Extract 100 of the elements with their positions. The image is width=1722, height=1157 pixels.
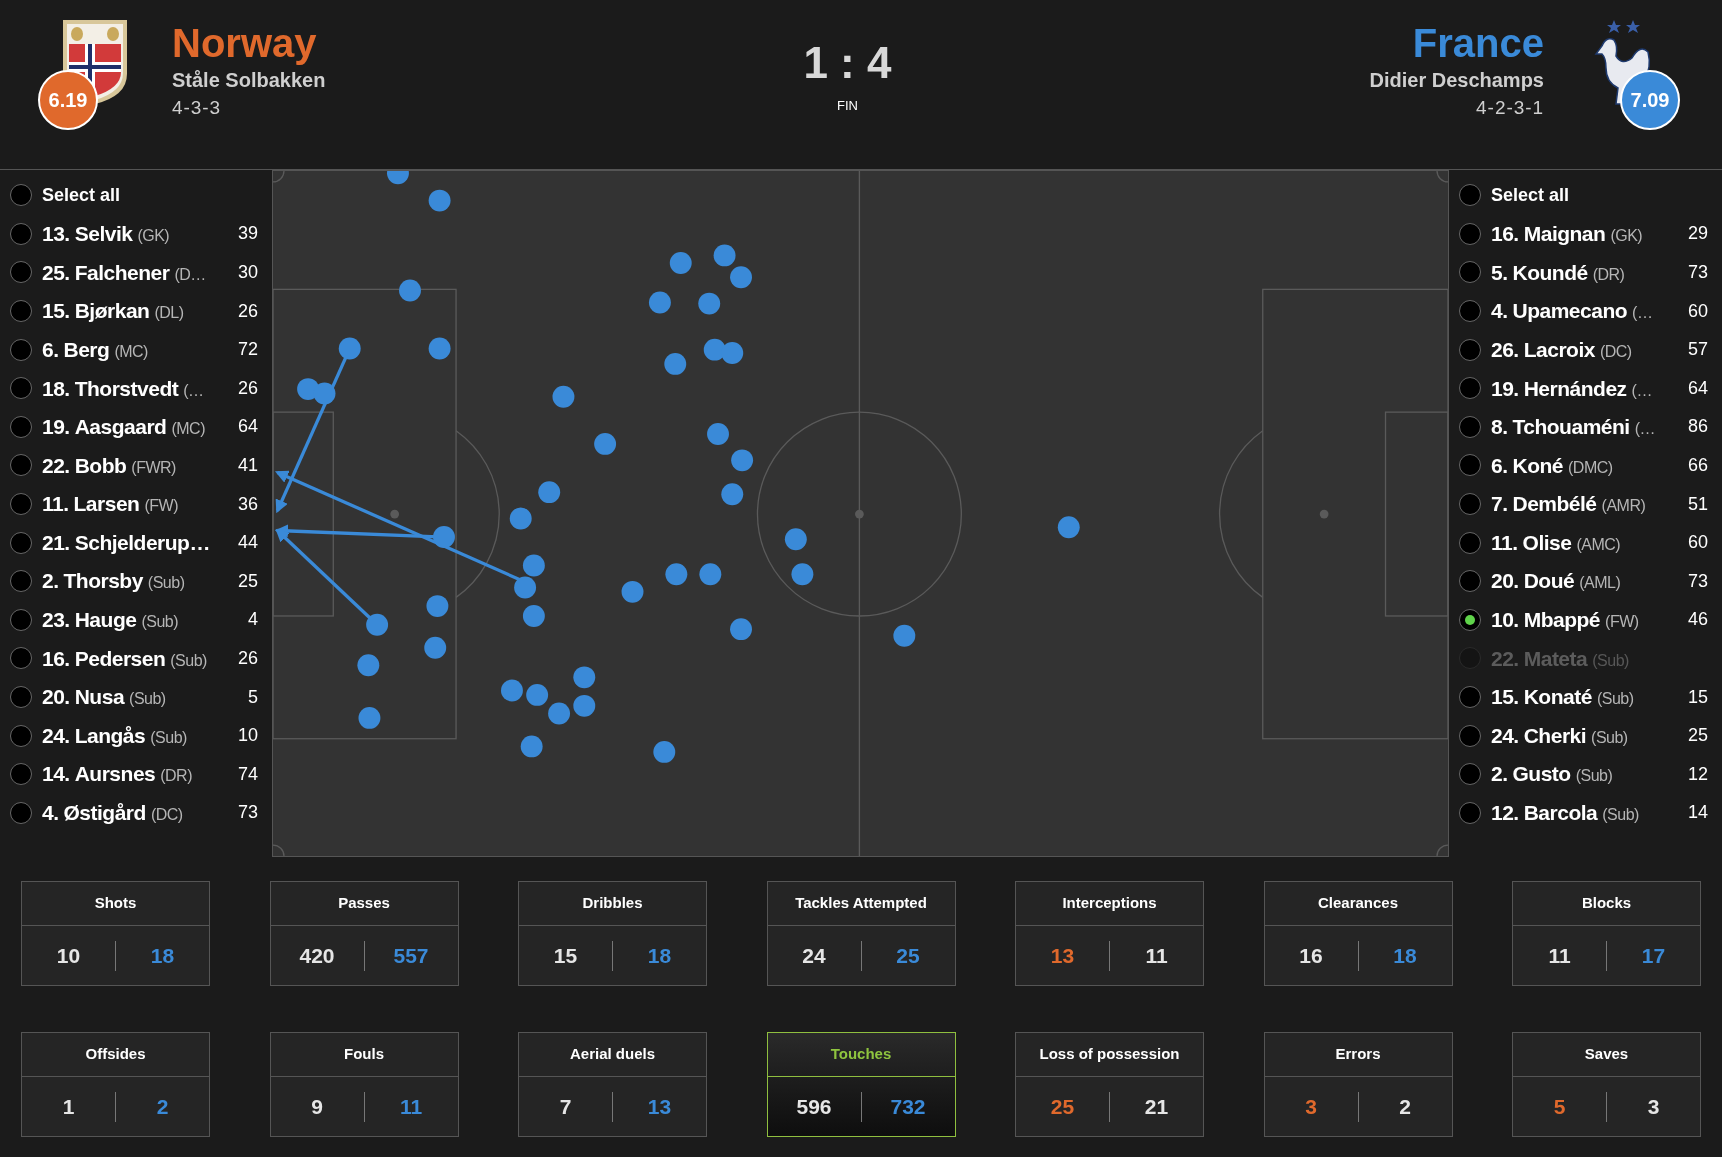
radio-button[interactable] <box>10 338 32 361</box>
radio-button[interactable] <box>10 801 32 824</box>
radio-button[interactable] <box>1459 415 1481 438</box>
stat-card[interactable]: Passes 420 557 <box>269 881 459 986</box>
radio-button[interactable] <box>1459 300 1481 323</box>
radio-button[interactable] <box>1459 493 1481 516</box>
player-name[interactable]: 14. Aursnes (DR) <box>42 758 228 790</box>
player-name[interactable]: 16. Maignan (GK) <box>1491 218 1678 250</box>
radio-button[interactable] <box>10 531 32 554</box>
team-name: Norway <box>172 20 317 66</box>
radio-button[interactable] <box>1459 338 1481 361</box>
match-status: FIN <box>836 97 858 115</box>
stat-card[interactable]: Saves 5 3 <box>1512 1032 1701 1137</box>
player-name[interactable]: 7. Dembélé (AMR) <box>1491 488 1678 520</box>
player-name[interactable]: 24. Cherki (Sub) <box>1491 719 1678 752</box>
stat-title: Blocks <box>1581 893 1632 914</box>
select-all-label[interactable]: Select all <box>1491 181 1570 209</box>
touch-count: 30 <box>237 261 258 284</box>
player-name[interactable]: 19. Hernández (… <box>1491 372 1678 404</box>
home-stat-value: 3 <box>1304 1093 1318 1120</box>
touch-count: 41 <box>237 453 258 477</box>
player-name[interactable]: 25. Falchener (D… <box>42 256 228 289</box>
radio-button[interactable] <box>1459 686 1481 708</box>
player-name[interactable]: 21. Schjelderup… <box>42 526 228 559</box>
stat-card[interactable]: Fouls 9 11 <box>269 1032 459 1137</box>
player-name[interactable]: 18. Thorstvedt (… <box>42 372 228 404</box>
player-name[interactable]: 26. Lacroix (DC) <box>1491 333 1678 366</box>
stat-card[interactable]: Errors 3 2 <box>1263 1032 1453 1137</box>
player-name[interactable]: 4. Østigård (DC) <box>42 797 228 829</box>
stat-card[interactable]: Touches 596 732 <box>766 1032 956 1137</box>
select-all-label[interactable]: Select all <box>42 181 121 209</box>
player-name[interactable]: 16. Pedersen (Sub) <box>42 642 228 675</box>
radio-button[interactable] <box>10 415 32 438</box>
radio-button[interactable] <box>1459 724 1481 747</box>
player-name[interactable]: 8. Tchouaméni (… <box>1491 411 1678 443</box>
player-name[interactable]: 23. Hauge (Sub) <box>42 604 238 636</box>
player-name[interactable]: 6. Koné (DMC) <box>1491 449 1678 482</box>
radio-button[interactable] <box>10 570 32 593</box>
touch-count: 66 <box>1687 453 1708 477</box>
radio-button[interactable] <box>1459 801 1481 824</box>
stat-card[interactable]: Blocks 11 17 <box>1512 881 1701 986</box>
radio-button[interactable] <box>10 493 32 516</box>
player-name[interactable]: 24. Langås (Sub) <box>42 719 228 752</box>
away-stat-value: 17 <box>1640 942 1667 969</box>
radio-button[interactable] <box>10 763 32 786</box>
player-name[interactable]: 15. Konaté (Sub) <box>1491 681 1678 713</box>
radio-button[interactable] <box>10 184 32 207</box>
stat-card[interactable]: Offsides 1 2 <box>21 1032 210 1137</box>
radio-button[interactable] <box>1459 608 1481 631</box>
player-name[interactable]: 10. Mbappé (FW) <box>1491 604 1678 636</box>
player-name[interactable]: 4. Upamecano (… <box>1491 295 1678 327</box>
touch-count: 64 <box>237 415 258 439</box>
radio-button[interactable] <box>10 724 32 747</box>
radio-button[interactable] <box>10 454 32 477</box>
stat-card[interactable]: Clearances 16 18 <box>1263 881 1453 986</box>
radio-button[interactable] <box>10 686 32 708</box>
radio-button[interactable] <box>1459 184 1481 207</box>
away-stat-value: 11 <box>1144 942 1169 969</box>
radio-button[interactable] <box>10 377 32 400</box>
radio-button[interactable] <box>10 261 32 284</box>
radio-button[interactable] <box>10 608 32 631</box>
touch-count: 51 <box>1687 492 1708 516</box>
radio-button[interactable] <box>1459 222 1481 245</box>
coach-name: Ståle Solbakken <box>172 68 326 93</box>
player-name[interactable]: 5. Koundé (DR) <box>1491 256 1678 289</box>
radio-button[interactable] <box>1459 531 1481 554</box>
player-name[interactable]: 11. Larsen (FW) <box>42 488 228 520</box>
radio-button[interactable] <box>1459 377 1481 400</box>
radio-button[interactable] <box>1459 454 1481 477</box>
radio-button[interactable] <box>1459 763 1481 786</box>
stat-card[interactable]: Tackles Attempted 24 25 <box>766 881 956 986</box>
radio-button[interactable] <box>10 300 32 323</box>
home-stat-value: 10 <box>55 942 82 969</box>
player-name[interactable]: 2. Gusto (Sub) <box>1491 758 1678 790</box>
player-name[interactable]: 15. Bjørkan (DL) <box>42 295 228 327</box>
touch-count: 64 <box>1687 376 1708 400</box>
stat-card[interactable]: Dribbles 15 18 <box>518 881 707 986</box>
radio-button[interactable] <box>1459 570 1481 593</box>
radio-button[interactable] <box>10 222 32 245</box>
player-name[interactable]: 22. Bobb (FWR) <box>42 449 228 482</box>
player-name[interactable]: 6. Berg (MC) <box>42 333 228 366</box>
home-stat-value: 420 <box>298 942 336 969</box>
stat-title: Aerial duels <box>569 1044 655 1065</box>
away-stat-value: 18 <box>646 942 673 969</box>
team-formation: 4-3-3 <box>172 96 222 120</box>
player-name[interactable]: 12. Barcola (Sub) <box>1491 797 1678 829</box>
player-name[interactable]: 13. Selvik (GK) <box>42 218 228 250</box>
stat-card[interactable]: Interceptions 13 11 <box>1015 881 1204 986</box>
player-name[interactable]: 20. Nusa (Sub) <box>42 681 238 713</box>
player-name[interactable]: 19. Aasgaard (MC) <box>42 411 228 443</box>
player-name[interactable]: 20. Doué (AML) <box>1491 565 1678 597</box>
stat-card[interactable]: Loss of possession 25 21 <box>1015 1032 1204 1137</box>
touch-count: 44 <box>237 531 258 555</box>
radio-button[interactable] <box>1459 261 1481 284</box>
player-name[interactable]: 2. Thorsby (Sub) <box>42 565 228 597</box>
stat-card[interactable]: Shots 10 18 <box>21 881 210 986</box>
touch-count: 39 <box>237 222 258 246</box>
stat-card[interactable]: Aerial duels 7 13 <box>518 1032 707 1137</box>
radio-button[interactable] <box>10 647 32 670</box>
player-name[interactable]: 11. Olise (AMC) <box>1491 526 1678 559</box>
